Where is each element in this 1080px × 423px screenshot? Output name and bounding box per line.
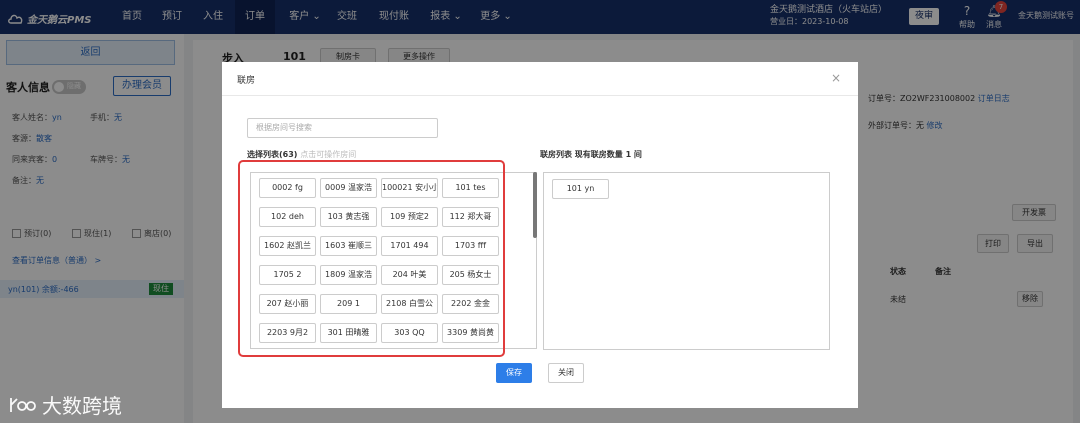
linked-list-label: 联房列表 现有联房数量 1 间 — [540, 150, 642, 159]
watermark-logo — [10, 397, 36, 412]
dialog-title: 联房 — [237, 76, 256, 86]
room-search-input[interactable]: 根据房间号搜索 — [247, 118, 438, 138]
select-list-title: 选择列表(63) — [247, 150, 298, 159]
highlight-frame — [238, 160, 505, 357]
watermark: 大数跨境 — [8, 390, 122, 419]
link-room-dialog: 联房 × 根据房间号搜索 选择列表(63) 点击可操作房间 联房列表 现有联房数… — [222, 62, 858, 408]
watermark-text: 大数跨境 — [42, 394, 122, 418]
select-list-hint: 点击可操作房间 — [300, 150, 357, 159]
save-button[interactable]: 保存 — [496, 363, 532, 383]
scrollbar[interactable] — [533, 172, 537, 238]
divider — [222, 95, 858, 96]
select-list-label: 选择列表(63) 点击可操作房间 — [247, 149, 356, 160]
close-icon[interactable]: × — [831, 71, 841, 85]
linked-room-item[interactable]: 101 yn — [552, 179, 609, 199]
cancel-button[interactable]: 关闭 — [548, 363, 584, 383]
